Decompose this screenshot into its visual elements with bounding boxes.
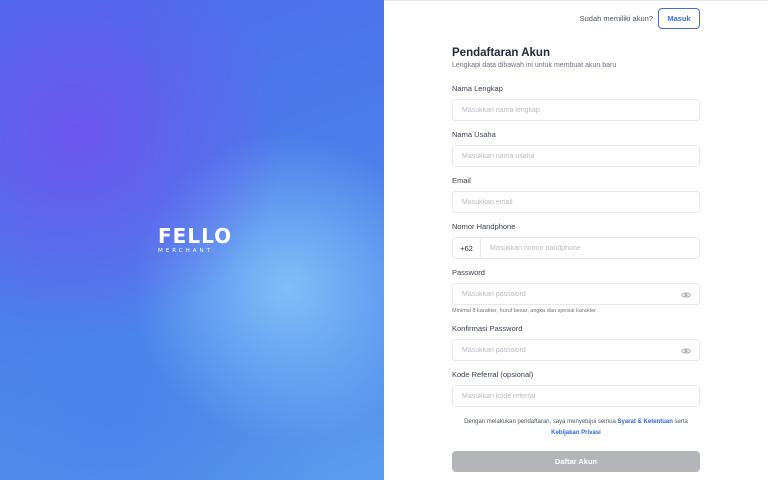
brand-panel: FELLO MERCHANT bbox=[0, 0, 384, 480]
login-prompt-text: Sudah memiliki akun? bbox=[579, 14, 653, 23]
phone-input[interactable] bbox=[481, 238, 699, 258]
terms-notice: Dengan melakukan pendaftaran, saya menye… bbox=[452, 417, 700, 439]
registration-form: Pendaftaran Akun Lengkapi data dibawah i… bbox=[452, 46, 700, 476]
password-input[interactable] bbox=[453, 284, 699, 304]
register-button[interactable]: Daftar Akun bbox=[452, 451, 700, 472]
password-box bbox=[452, 283, 700, 305]
full-name-field-group: Nama Lengkap bbox=[452, 84, 700, 121]
phone-box: +62 bbox=[452, 237, 700, 259]
country-code-prefix: +62 bbox=[453, 238, 481, 258]
email-input[interactable] bbox=[453, 192, 699, 212]
referral-field-group: Kode Referral (opsional) bbox=[452, 370, 700, 407]
registration-panel: Sudah memiliki akun? Masuk Pendaftaran A… bbox=[384, 0, 768, 480]
privacy-link[interactable]: Kebijakan Privasi bbox=[551, 430, 601, 436]
form-subtitle: Lengkapi data dibawah ini untuk membuat … bbox=[452, 62, 617, 69]
email-field-group: Email bbox=[452, 176, 700, 213]
password-label: Password bbox=[452, 268, 485, 277]
eye-icon[interactable] bbox=[681, 346, 691, 356]
phone-label: Nomor Handphone bbox=[452, 222, 516, 231]
form-title: Pendaftaran Akun bbox=[452, 47, 550, 59]
business-name-field-group: Nama Usaha bbox=[452, 130, 700, 167]
password-hint: Minimal 8 karakter, huruf besar, angka d… bbox=[452, 308, 596, 314]
business-name-box bbox=[452, 145, 700, 167]
password-field-group: Password Minimal 8 karakter, huruf besar… bbox=[452, 268, 700, 315]
email-box bbox=[452, 191, 700, 213]
confirm-password-field-group: Konfirmasi Password bbox=[452, 324, 700, 361]
full-name-box bbox=[452, 99, 700, 121]
full-name-label: Nama Lengkap bbox=[452, 84, 503, 93]
email-label: Email bbox=[452, 176, 471, 185]
referral-input[interactable] bbox=[453, 386, 699, 406]
referral-label: Kode Referral (opsional) bbox=[452, 370, 534, 379]
confirm-password-box bbox=[452, 339, 700, 361]
confirm-password-label: Konfirmasi Password bbox=[452, 324, 523, 333]
business-name-label: Nama Usaha bbox=[452, 130, 496, 139]
logo-subtext: MERCHANT bbox=[158, 248, 213, 254]
phone-field-group: Nomor Handphone +62 bbox=[452, 222, 700, 259]
referral-box bbox=[452, 385, 700, 407]
login-button[interactable]: Masuk bbox=[658, 8, 700, 29]
terms-prefix: Dengan melakukan pendaftaran, saya menye… bbox=[464, 419, 618, 425]
confirm-password-input[interactable] bbox=[453, 340, 699, 360]
full-name-input[interactable] bbox=[453, 100, 699, 120]
eye-icon[interactable] bbox=[681, 290, 691, 300]
login-prompt-bar: Sudah memiliki akun? Masuk bbox=[580, 8, 700, 29]
fello-merchant-logo: FELLO MERCHANT bbox=[158, 226, 232, 255]
terms-middle: serta bbox=[672, 419, 688, 425]
logo-wordmark: FELLO bbox=[158, 224, 233, 248]
business-name-input[interactable] bbox=[453, 146, 699, 166]
terms-link[interactable]: Syarat & Ketentuan bbox=[618, 419, 673, 425]
